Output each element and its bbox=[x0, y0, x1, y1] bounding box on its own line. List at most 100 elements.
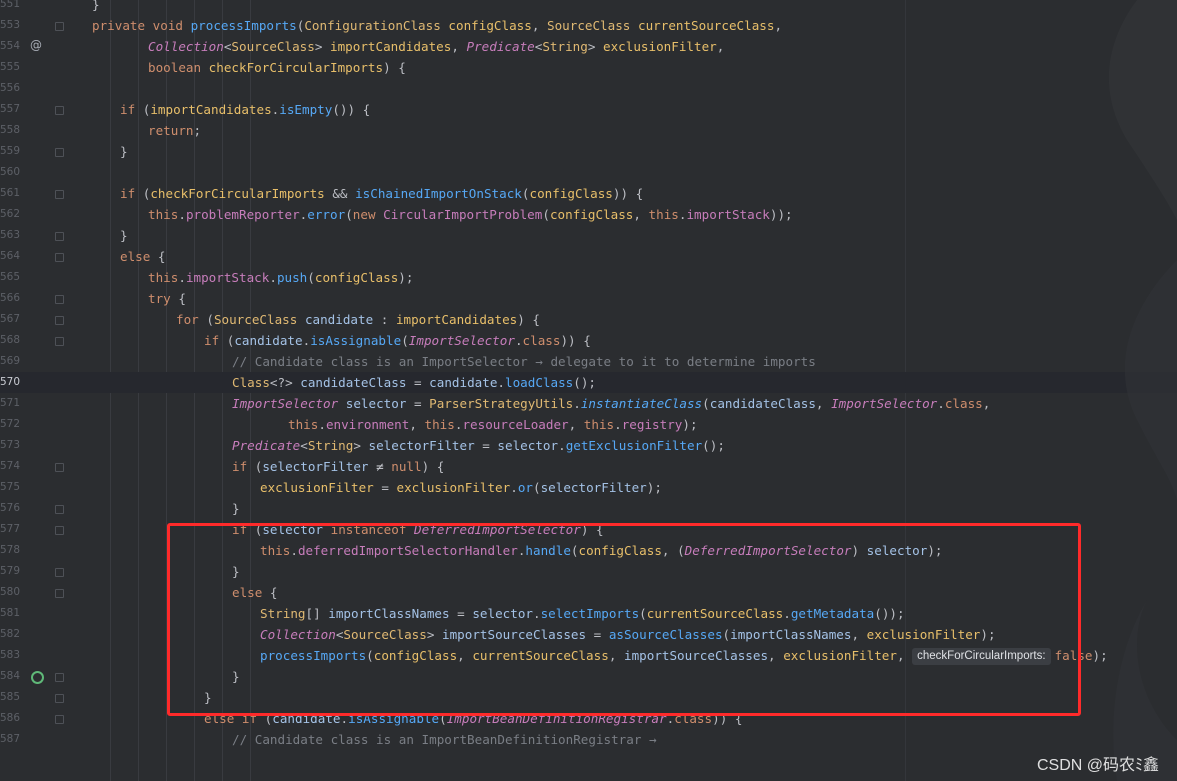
fold-marker-icon[interactable] bbox=[55, 232, 64, 241]
code-line[interactable]: 553 private void processImports(Configura… bbox=[0, 15, 1177, 36]
fold-marker-icon[interactable] bbox=[55, 106, 64, 115]
code-line[interactable]: 556 bbox=[0, 78, 1177, 99]
line-number[interactable]: 579 bbox=[0, 561, 20, 582]
code-text[interactable]: // Candidate class is an ImportBeanDefin… bbox=[232, 729, 657, 750]
code-text[interactable]: Predicate<String> selectorFilter = selec… bbox=[232, 435, 725, 456]
line-number[interactable]: 555 bbox=[0, 57, 20, 78]
code-text[interactable]: this.importStack.push(configClass); bbox=[148, 267, 413, 288]
line-number[interactable]: 570 bbox=[0, 372, 20, 393]
fold-marker-icon[interactable] bbox=[55, 694, 64, 703]
line-number[interactable]: 556 bbox=[0, 78, 20, 99]
code-text[interactable]: boolean checkForCircularImports) { bbox=[148, 57, 406, 78]
fold-marker-icon[interactable] bbox=[55, 463, 64, 472]
code-line[interactable]: 587 // Candidate class is an ImportBeanDe… bbox=[0, 729, 1177, 750]
code-text[interactable]: this.environment, this.resourceLoader, t… bbox=[288, 414, 698, 435]
code-line[interactable]: 565 this.importStack.push(configClass); bbox=[0, 267, 1177, 288]
line-number[interactable]: 557 bbox=[0, 99, 20, 120]
code-line[interactable]: 575 exclusionFilter = exclusionFilter.or(… bbox=[0, 477, 1177, 498]
code-text[interactable]: // Candidate class is an ImportSelector … bbox=[232, 351, 816, 372]
fold-marker-icon[interactable] bbox=[55, 715, 64, 724]
code-text[interactable]: } bbox=[232, 498, 240, 519]
code-line[interactable]: 572 this.environment, this.resourceLoader… bbox=[0, 414, 1177, 435]
code-line[interactable]: 570 Class<?> candidateClass = candidate.l… bbox=[0, 372, 1177, 393]
line-number[interactable]: 572 bbox=[0, 414, 20, 435]
code-text[interactable]: if (selectorFilter ≠ null) { bbox=[232, 456, 444, 477]
fold-marker-icon[interactable] bbox=[55, 526, 64, 535]
code-text[interactable]: } bbox=[92, 0, 100, 15]
line-number[interactable]: 559 bbox=[0, 141, 20, 162]
code-text[interactable]: } bbox=[120, 225, 128, 246]
code-text[interactable]: if (importCandidates.isEmpty()) { bbox=[120, 99, 370, 120]
line-number[interactable]: 562 bbox=[0, 204, 20, 225]
fold-marker-icon[interactable] bbox=[55, 589, 64, 598]
line-number[interactable]: 581 bbox=[0, 603, 20, 624]
line-number[interactable]: 568 bbox=[0, 330, 20, 351]
code-line[interactable]: 571 ImportSelector selector = ParserStrat… bbox=[0, 393, 1177, 414]
code-line[interactable]: 568 if (candidate.isAssignable(ImportSele… bbox=[0, 330, 1177, 351]
line-number[interactable]: 575 bbox=[0, 477, 20, 498]
code-line[interactable]: 566 try { bbox=[0, 288, 1177, 309]
code-text[interactable]: this.problemReporter.error(new CircularI… bbox=[148, 204, 793, 225]
line-number[interactable]: 554 bbox=[0, 36, 20, 57]
code-line[interactable]: 564 else { bbox=[0, 246, 1177, 267]
line-number[interactable]: 580 bbox=[0, 582, 20, 603]
line-number[interactable]: 558 bbox=[0, 120, 20, 141]
line-number[interactable]: 564 bbox=[0, 246, 20, 267]
line-number[interactable]: 560 bbox=[0, 162, 20, 183]
code-line[interactable]: 562 this.problemReporter.error(new Circul… bbox=[0, 204, 1177, 225]
fold-marker-icon[interactable] bbox=[55, 673, 64, 682]
fold-marker-icon[interactable] bbox=[55, 22, 64, 31]
line-number[interactable]: 577 bbox=[0, 519, 20, 540]
code-line[interactable]: 574 if (selectorFilter ≠ null) { bbox=[0, 456, 1177, 477]
code-line[interactable]: 567 for (SourceClass candidate : importCa… bbox=[0, 309, 1177, 330]
line-number[interactable]: 586 bbox=[0, 708, 20, 729]
line-number[interactable]: 573 bbox=[0, 435, 20, 456]
line-number[interactable]: 582 bbox=[0, 624, 20, 645]
fold-marker-icon[interactable] bbox=[55, 295, 64, 304]
line-number[interactable]: 566 bbox=[0, 288, 20, 309]
code-editor[interactable]: 551} 553 private void processImports(Confi… bbox=[0, 0, 1177, 781]
code-line[interactable]: 573 Predicate<String> selectorFilter = se… bbox=[0, 435, 1177, 456]
line-number[interactable]: 583 bbox=[0, 645, 20, 666]
line-number[interactable]: 585 bbox=[0, 687, 20, 708]
fold-marker-icon[interactable] bbox=[55, 316, 64, 325]
fold-marker-icon[interactable] bbox=[55, 190, 64, 199]
code-text[interactable]: for (SourceClass candidate : importCandi… bbox=[176, 309, 540, 330]
line-number[interactable]: 563 bbox=[0, 225, 20, 246]
recursive-call-icon[interactable] bbox=[31, 671, 44, 684]
code-text[interactable]: Collection<SourceClass> importCandidates… bbox=[148, 36, 724, 57]
code-text[interactable]: ImportSelector selector = ParserStrategy… bbox=[232, 393, 990, 414]
code-text[interactable]: if (candidate.isAssignable(ImportSelecto… bbox=[204, 330, 591, 351]
code-line[interactable]: 576} bbox=[0, 498, 1177, 519]
code-line[interactable]: 551} bbox=[0, 0, 1177, 15]
code-line[interactable]: 554 Collection<SourceClass> importCandida… bbox=[0, 36, 1177, 57]
line-number[interactable]: 565 bbox=[0, 267, 20, 288]
code-line[interactable]: 557 if (importCandidates.isEmpty()) { bbox=[0, 99, 1177, 120]
code-text[interactable]: exclusionFilter = exclusionFilter.or(sel… bbox=[260, 477, 662, 498]
code-text[interactable]: try { bbox=[148, 288, 186, 309]
fold-marker-icon[interactable] bbox=[55, 568, 64, 577]
code-text[interactable]: private void processImports(Configuratio… bbox=[92, 15, 782, 36]
fold-marker-icon[interactable] bbox=[55, 148, 64, 157]
line-number[interactable]: 551 bbox=[0, 0, 20, 15]
code-line[interactable]: 555 boolean checkForCircularImports) { bbox=[0, 57, 1177, 78]
code-line[interactable]: 561 if (checkForCircularImports && isChai… bbox=[0, 183, 1177, 204]
code-text[interactable]: return; bbox=[148, 120, 201, 141]
code-line[interactable]: 563} bbox=[0, 225, 1177, 246]
code-text[interactable]: } bbox=[120, 141, 128, 162]
code-line[interactable]: 559} bbox=[0, 141, 1177, 162]
code-line[interactable]: 558 return; bbox=[0, 120, 1177, 141]
code-line[interactable]: 560 bbox=[0, 162, 1177, 183]
line-number[interactable]: 587 bbox=[0, 729, 20, 750]
code-line[interactable]: 569 // Candidate class is an ImportSelect… bbox=[0, 351, 1177, 372]
line-number[interactable]: 578 bbox=[0, 540, 20, 561]
fold-marker-icon[interactable] bbox=[55, 253, 64, 262]
line-number[interactable]: 574 bbox=[0, 456, 20, 477]
override-annotation-icon[interactable]: @ bbox=[30, 38, 42, 52]
line-number[interactable]: 584 bbox=[0, 666, 20, 687]
line-number[interactable]: 576 bbox=[0, 498, 20, 519]
line-number[interactable]: 571 bbox=[0, 393, 20, 414]
line-number[interactable]: 553 bbox=[0, 15, 20, 36]
code-text[interactable]: Class<?> candidateClass = candidate.load… bbox=[232, 372, 596, 393]
line-number[interactable]: 567 bbox=[0, 309, 20, 330]
